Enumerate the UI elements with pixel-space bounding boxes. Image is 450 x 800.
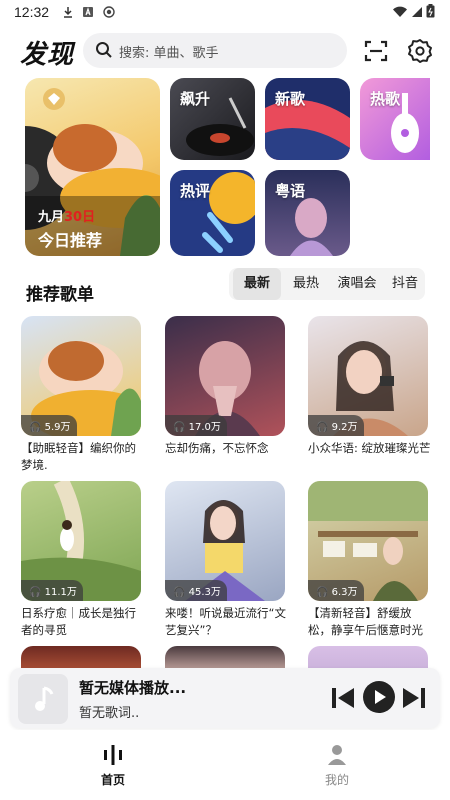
tile-label: 飙升 — [180, 90, 211, 108]
daily-recommend-banner[interactable]: 九月30日 今日推荐 — [25, 78, 160, 256]
tile-hot-comments[interactable]: 热评 — [170, 170, 255, 256]
waveform-icon — [104, 745, 122, 765]
tile-rising[interactable]: 飙升 — [170, 78, 255, 160]
user-icon — [328, 745, 346, 765]
search-input[interactable]: 搜索: 单曲、歌手 — [83, 33, 347, 68]
playlist-title: 来喽！听说最近流行“文艺复兴”？ — [165, 606, 286, 637]
playlist-title: 【助眠轻音】编织你的梦境. — [21, 441, 136, 472]
tab-hottest[interactable]: 最热 — [283, 268, 329, 300]
next-icon[interactable] — [401, 686, 427, 710]
playlist-title: 日系疗愈｜成长是独行者的寻觅 — [21, 606, 136, 637]
playlist-title: 【清新轻音】舒缓放松，静享午后惬意时光 — [308, 606, 423, 637]
play-count: 9.2万 — [331, 422, 358, 433]
banner-label: 今日推荐 — [38, 231, 103, 250]
section-title: 推荐歌单 — [26, 285, 94, 305]
search-placeholder: 搜索: 单曲、歌手 — [119, 46, 219, 61]
playlist-title: 忘却伤痛，不忘怀念 — [165, 441, 269, 455]
bottom-nav: 首页 我的 — [0, 730, 450, 800]
tile-new-songs[interactable]: 新歌 — [265, 78, 350, 160]
app-a-icon — [83, 7, 93, 17]
play-count: 5.9万 — [44, 422, 71, 433]
previous-icon[interactable] — [330, 686, 356, 710]
status-time: 12:32 — [14, 4, 50, 20]
album-art-placeholder — [18, 674, 68, 724]
page-title: 发现 — [20, 40, 75, 70]
play-count: 11.1万 — [44, 587, 77, 598]
tab-latest[interactable]: 最新 — [233, 268, 281, 300]
mini-player[interactable]: 暂无媒体播放... 暂无歌词.. — [10, 668, 440, 728]
headphones-icon: 🎧 — [29, 587, 42, 598]
banner-day: 30日 — [64, 210, 96, 225]
now-playing-title: 暂无媒体播放... — [79, 679, 187, 697]
tile-label: 热评 — [180, 182, 211, 200]
wifi-icon — [393, 6, 407, 18]
play-count: 17.0万 — [188, 422, 221, 433]
tab-douyin[interactable]: 抖音 — [385, 268, 425, 300]
search-icon — [96, 42, 112, 58]
banner-month: 九月 — [38, 210, 65, 225]
playlist-title: 小众华语: 绽放璀璨光芒 — [308, 441, 431, 455]
nav-label: 首页 — [100, 773, 125, 787]
tile-label: 新歌 — [275, 90, 306, 108]
download-icon — [64, 7, 72, 18]
signal-icon — [412, 7, 422, 17]
nav-profile[interactable]: 我的 — [297, 742, 377, 788]
tile-label: 热歌 — [370, 90, 401, 108]
headphones-icon: 🎧 — [173, 422, 186, 433]
battery-icon — [426, 4, 435, 18]
music-note-icon — [35, 686, 54, 711]
tile-hot-songs[interactable]: 热歌 — [360, 78, 430, 160]
play-icon[interactable] — [362, 680, 396, 714]
play-count: 6.3万 — [331, 587, 358, 598]
header: 发现 搜索: 单曲、歌手 — [0, 26, 450, 76]
nav-home[interactable]: 首页 — [73, 742, 153, 788]
nav-label: 我的 — [324, 773, 349, 787]
headphones-icon: 🎧 — [316, 422, 329, 433]
status-bar: 12:32 — [0, 0, 450, 26]
record-icon — [103, 6, 115, 18]
tile-label: 粤语 — [275, 182, 306, 200]
headphones-icon: 🎧 — [316, 587, 329, 598]
settings-icon[interactable] — [407, 38, 433, 64]
play-count: 45.3万 — [188, 587, 221, 598]
scan-icon[interactable] — [363, 38, 389, 64]
tile-cantonese[interactable]: 粤语 — [265, 170, 350, 256]
playlist-tabs: 最新 最热 演唱会 抖音 — [229, 268, 425, 300]
now-playing-lyrics: 暂无歌词.. — [79, 706, 140, 721]
headphones-icon: 🎧 — [29, 422, 42, 433]
tab-concert[interactable]: 演唱会 — [329, 268, 385, 300]
headphones-icon: 🎧 — [173, 587, 186, 598]
